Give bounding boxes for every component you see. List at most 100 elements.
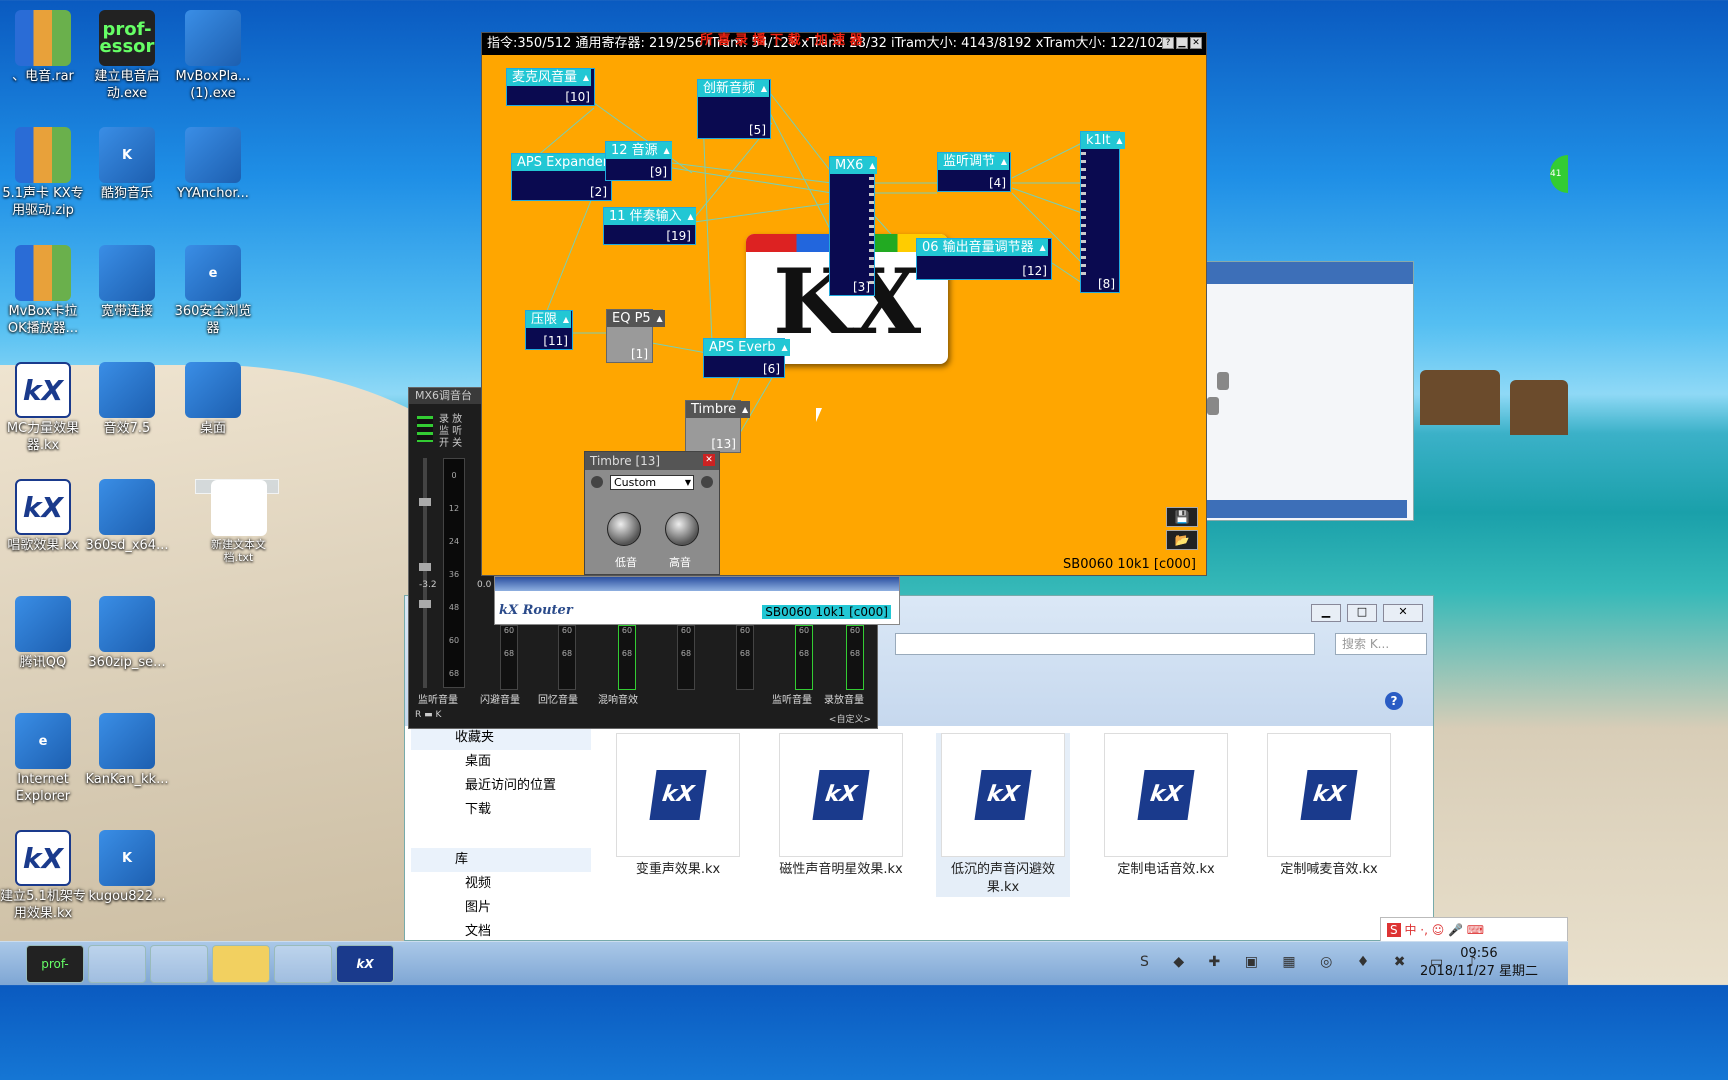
close-button[interactable]: ✕ (703, 454, 715, 466)
dsp-module-aps-everb[interactable]: APS Everb [6] (703, 338, 790, 378)
fader-knob[interactable] (419, 600, 431, 608)
taskbar-remote-app[interactable] (150, 945, 208, 983)
desktop-icon-label: 桌面 (199, 421, 226, 436)
nav-libraries[interactable]: 库 (411, 848, 591, 872)
mixer-mode-buttons[interactable]: R ▬ K (415, 710, 441, 720)
dsp-module-accompaniment-input[interactable]: 11 伴奏输入 [19] (603, 207, 696, 245)
taskbar-window-app[interactable] (274, 945, 332, 983)
clock[interactable]: 09:56 2018/11/27 星期二 (1420, 945, 1538, 981)
dsp-module-mic-volume[interactable]: 麦克风音量 [10] (506, 68, 595, 106)
window-controls: ▁ □ ✕ (1311, 604, 1423, 622)
taskbar-kx-app[interactable]: kX (336, 945, 394, 983)
desktop-icon[interactable]: 桌面 (170, 362, 256, 437)
nav-pictures[interactable]: 图片 (411, 896, 591, 920)
desktop-icon[interactable]: prof-essor 建立电音启动.exe (84, 10, 170, 102)
desktop-icon[interactable]: e 360安全浏览器 (170, 245, 256, 337)
desktop-icon[interactable]: 360sd_x64... (84, 479, 170, 554)
desktop-icon-label: YYAnchor... (177, 186, 249, 201)
module-pins (1081, 152, 1086, 280)
meter-value: 68 (561, 649, 573, 658)
preset-select[interactable]: Custom ▼ (610, 475, 694, 490)
preset-prev-icon[interactable] (591, 476, 603, 488)
open-folder-icon[interactable]: 📂 (1166, 530, 1198, 550)
desktop-icon[interactable]: 音效7.5 (84, 362, 170, 437)
desktop-icon[interactable]: e Internet Explorer (0, 713, 86, 805)
desktop-icon[interactable]: 宽带连接 (84, 245, 170, 320)
mixer-row-labels: 录 放 监 听 开 关 (439, 414, 462, 450)
desktop-icon[interactable]: K 酷狗音乐 (84, 127, 170, 202)
dsp-module-source-12[interactable]: 12 音源 [9] (605, 141, 672, 181)
taskbar-explorer[interactable] (212, 945, 270, 983)
desktop-icon[interactable]: YYAnchor... (170, 127, 256, 202)
file-name: 磁性声音明星效果.kx (779, 862, 903, 877)
timbre-plugin-window: Timbre [13] ✕ Custom ▼ 低音 高音 (584, 451, 720, 575)
desktop-icon[interactable]: 、电音.rar (0, 10, 86, 85)
desktop-icon[interactable]: 腾讯QQ (0, 596, 86, 671)
desktop-icon-label: 建立5.1机架专用效果.kx (0, 889, 86, 921)
file-item[interactable]: kX 变重声效果.kx (611, 733, 745, 879)
save-icon[interactable]: 💾 (1166, 507, 1198, 527)
search-input[interactable]: 搜索 K... (1335, 633, 1427, 655)
dsp-module-creative-audio[interactable]: 创新音频 [5] (697, 79, 771, 139)
dsp-module-k1lt[interactable]: k1lt [8] (1080, 131, 1125, 293)
close-button[interactable]: ✕ (1383, 604, 1423, 622)
address-bar[interactable] (895, 633, 1315, 655)
kx-file-icon: kX (779, 733, 903, 857)
router-title: kX Router (499, 603, 573, 618)
desktop-icon-label: 360zip_se... (88, 655, 166, 670)
nav-downloads[interactable]: 下载 (411, 798, 591, 822)
meter-value: 68 (503, 649, 515, 658)
taskbar-audio-app[interactable] (88, 945, 146, 983)
help-icon[interactable]: ? (1385, 692, 1403, 710)
preset-next-icon[interactable] (701, 476, 713, 488)
kx-file-icon: kX (15, 362, 71, 418)
dsp-module-monitor-adjust[interactable]: 监听调节 [4] (937, 152, 1011, 192)
meter-value: 24 (448, 537, 460, 546)
meter-value: 60 (680, 626, 692, 635)
dsp-module-mx6[interactable]: MX6 [3] (829, 156, 878, 296)
bass-knob[interactable] (607, 512, 641, 546)
module-id: [6] (763, 362, 780, 376)
nav-label: 视频 (465, 876, 492, 891)
file-item-selected[interactable]: kX 低沉的声音闪避效果.kx (936, 733, 1070, 897)
desktop-icon-label: 、电音.rar (12, 69, 74, 84)
desktop-icon[interactable]: 360zip_se... (84, 596, 170, 671)
desktop-icon[interactable]: 5.1声卡 KX专用驱动.zip (0, 127, 86, 219)
desktop-icon[interactable]: kX 唱歌效果.kx (0, 479, 86, 554)
kx-file-icon: kX (15, 479, 71, 535)
file-item[interactable]: kX 定制电话音效.kx (1099, 733, 1233, 879)
ime-toolbar[interactable]: S 中 ·, ☺ 🎤 ⌨ (1380, 917, 1568, 943)
nav-desktop[interactable]: 桌面 (411, 750, 591, 774)
app-file-icon (185, 10, 241, 66)
desktop-icon-label: 360sd_x64... (85, 538, 169, 553)
floating-badge[interactable]: 41 (1550, 155, 1568, 193)
nav-recent[interactable]: 最近访问的位置 (411, 774, 591, 798)
slider-thumb[interactable] (1217, 372, 1229, 390)
mixer-preset[interactable]: <自定义> (829, 712, 871, 725)
rar-file-icon (15, 127, 71, 183)
desktop-icon[interactable]: MvBoxPla...(1).exe (170, 10, 256, 102)
dsp-module-timbre[interactable]: Timbre [13] (685, 400, 751, 453)
desktop-icon[interactable]: MvBox卡拉OK播放器... (0, 245, 86, 337)
minimize-button[interactable]: ▁ (1311, 604, 1341, 622)
desktop-icon[interactable]: 新建文本文档.txt (195, 479, 279, 564)
dsp-module-aps-expander[interactable]: APS Expander[2] (511, 153, 623, 201)
desktop-icon[interactable]: kX 建立5.1机架专用效果.kx (0, 830, 86, 922)
fader-knob[interactable] (419, 498, 431, 506)
treble-knob[interactable] (665, 512, 699, 546)
app-file-icon (99, 362, 155, 418)
desktop-icon[interactable]: kX MC力量效果器.kx (0, 362, 86, 454)
maximize-button[interactable]: □ (1347, 604, 1377, 622)
fader-knob[interactable] (419, 563, 431, 571)
desktop-icon[interactable]: KanKan_kk... (84, 713, 170, 788)
desktop-icon[interactable]: Kkugou822... (84, 830, 170, 905)
dsp-module-limiter[interactable]: 压限 [11] (525, 310, 573, 350)
taskbar-professor-app[interactable]: prof- (26, 945, 84, 983)
nav-favorites[interactable]: 收藏夹 (411, 726, 591, 750)
slider-thumb[interactable] (1207, 397, 1219, 415)
dsp-module-eq-p5[interactable]: EQ P5 [1] (606, 309, 665, 363)
file-item[interactable]: kX 定制喊麦音效.kx (1262, 733, 1396, 879)
file-item[interactable]: kX 磁性声音明星效果.kx (774, 733, 908, 879)
dsp-module-output-volume[interactable]: 06 输出音量调节器 [12] (916, 238, 1052, 280)
nav-videos[interactable]: 视频 (411, 872, 591, 896)
